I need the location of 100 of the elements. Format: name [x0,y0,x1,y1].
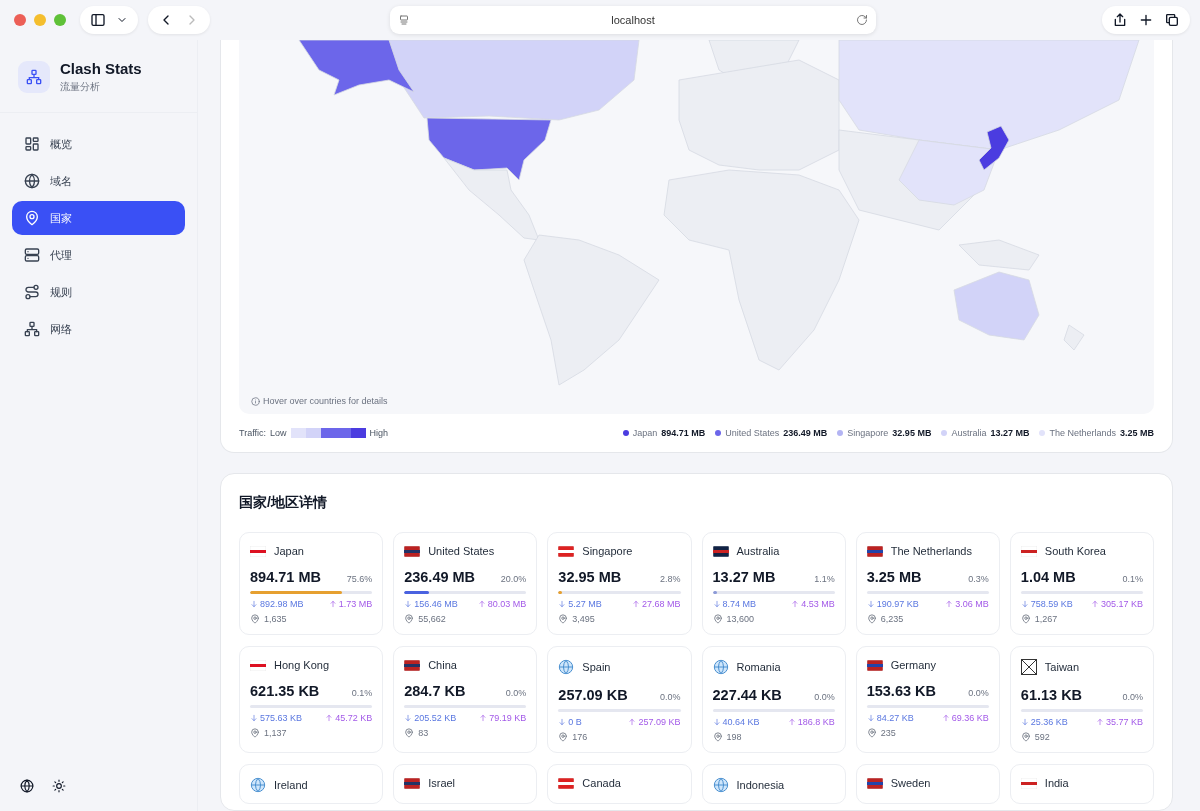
traffic-share: 1.1% [814,574,835,584]
country-card[interactable]: South Korea 1.04 MB 0.1% 758.59 KB 305.17 KB 1,267 [1009,532,1154,635]
country-card[interactable]: United States 236.49 MB 20.0% 156.46 MB 80.03 MB 55,662 [393,532,538,635]
connection-count: 83 [418,728,429,738]
sidebar-toggle-button[interactable] [80,6,138,34]
download-amount: 0 B [568,717,582,727]
connection-count: 13,600 [726,614,755,624]
country-name: China [428,659,457,671]
upload-arrow-icon [1090,600,1099,608]
country-card[interactable]: Germany 153.63 KB 0.0% 84.27 KB 69.36 KB 235 [855,646,1000,753]
dashboard-icon [24,136,40,152]
country-name: Singapore [582,545,633,557]
traffic-total: 621.35 KB [250,683,320,699]
navigation-buttons[interactable] [148,6,210,34]
upload-arrow-icon [328,600,337,608]
download-arrow-icon [1020,718,1029,726]
app-subtitle: 流量分析 [60,80,101,94]
upload-arrow-icon [1095,718,1104,726]
legend-country: Japan [632,428,658,438]
country-card[interactable]: Spain 257.09 KB 0.0% 0 B 257.09 KB 176 [547,646,692,753]
map-pin-icon [24,210,40,226]
zoom-window-button[interactable] [54,14,66,26]
browser-actions[interactable] [1102,6,1190,34]
tabs-icon [1164,12,1180,28]
traffic-share: 2.8% [660,574,681,584]
flag-icon [404,777,421,789]
upload-amount: 257.09 KB [638,717,681,727]
download-amount: 5.27 MB [568,599,602,609]
flag-icon [866,777,883,789]
country-card[interactable]: Romania 227.44 KB 0.0% 40.64 KB 186.8 KB 198 [701,646,846,753]
country-card[interactable]: Australia 13.27 MB 1.1% 8.74 MB 4.53 MB 13,600 [701,532,846,635]
country-name: South Korea [1044,545,1106,557]
connection-count: 6,235 [880,614,904,624]
country-card[interactable]: The Netherlands 3.25 MB 0.3% 190.97 KB 3.06 MB 6,235 [855,532,1000,635]
upload-amount: 1.73 MB [338,599,373,609]
download-amount: 205.52 KB [414,713,457,723]
close-window-button[interactable] [14,14,26,26]
globe-icon [24,173,40,189]
flag-icon [250,545,266,557]
globe-icon [558,659,575,675]
traffic-total: 1.04 MB [1020,569,1076,585]
connection-count: 1,635 [264,614,287,624]
country-card[interactable]: India [1009,764,1154,804]
country-card[interactable]: China 284.7 KB 0.0% 205.52 KB 79.19 KB 83 [393,646,538,753]
page-icon [398,14,410,26]
country-card[interactable]: Canada [547,764,692,804]
upload-amount: 80.03 MB [487,599,527,609]
country-name: Spain [582,661,611,673]
country-name: United States [428,545,495,557]
traffic-total: 153.63 KB [866,683,936,699]
address-text: localhost [611,14,655,26]
flag-icon [404,545,421,557]
download-arrow-icon [866,600,875,608]
country-card[interactable]: Taiwan 61.13 KB 0.0% 25.36 KB 35.77 KB 592 [1009,646,1154,753]
nav-item[interactable]: 国家 [12,201,185,235]
connection-count: 1,267 [1034,614,1058,624]
traffic-share: 20.0% [500,574,527,584]
missing-glyph-icon [1020,659,1037,675]
download-amount: 8.74 MB [722,599,757,609]
traffic-total: 32.95 MB [558,569,622,585]
country-name: Australia [736,545,780,557]
connection-count: 55,662 [418,614,446,624]
nav-item[interactable]: 规则 [12,275,185,309]
country-name: The Netherlands [890,545,972,557]
country-name: Taiwan [1044,661,1080,673]
upload-arrow-icon [628,718,637,726]
nav-item[interactable]: 概览 [12,127,185,161]
country-card[interactable]: Ireland [239,764,384,804]
plus-icon [1138,12,1154,28]
nav-item[interactable]: 网络 [12,312,185,346]
nav-item[interactable]: 代理 [12,238,185,272]
upload-amount: 69.36 KB [951,713,989,723]
high-label: High [369,428,389,438]
connection-count: 198 [726,732,742,742]
download-amount: 84.27 KB [876,713,914,723]
country-card[interactable]: Sweden [855,764,1000,804]
upload-amount: 27.68 MB [641,599,681,609]
country-card[interactable]: Hong Kong 621.35 KB 0.1% 575.63 KB 45.72 KB 1,137 [239,646,384,753]
legend-country: United States [725,428,780,438]
upload-arrow-icon [787,718,796,726]
download-arrow-icon [404,714,413,722]
upload-amount: 3.06 MB [955,599,989,609]
download-arrow-icon [250,600,258,608]
country-card[interactable]: Singapore 32.95 MB 2.8% 5.27 MB 27.68 MB 3,495 [547,532,692,635]
map-pin-icon [866,614,877,624]
country-card[interactable]: Indonesia [701,764,846,804]
country-name: India [1044,777,1069,789]
country-card[interactable]: Israel [393,764,538,804]
download-arrow-icon [250,714,258,722]
traffic-share: 75.6% [346,574,373,584]
upload-arrow-icon [945,600,954,608]
app-title: Clash Stats [60,60,142,77]
upload-amount: 4.53 MB [801,599,835,609]
globe-icon [712,659,729,675]
upload-arrow-icon [631,600,640,608]
country-card[interactable]: Japan 894.71 MB 75.6% 892.98 MB 1.73 MB 1,635 [239,532,384,635]
nav-item[interactable]: 域名 [12,164,185,198]
minimize-window-button[interactable] [34,14,46,26]
globe-icon [712,777,729,793]
address-bar[interactable]: localhost [390,6,876,34]
